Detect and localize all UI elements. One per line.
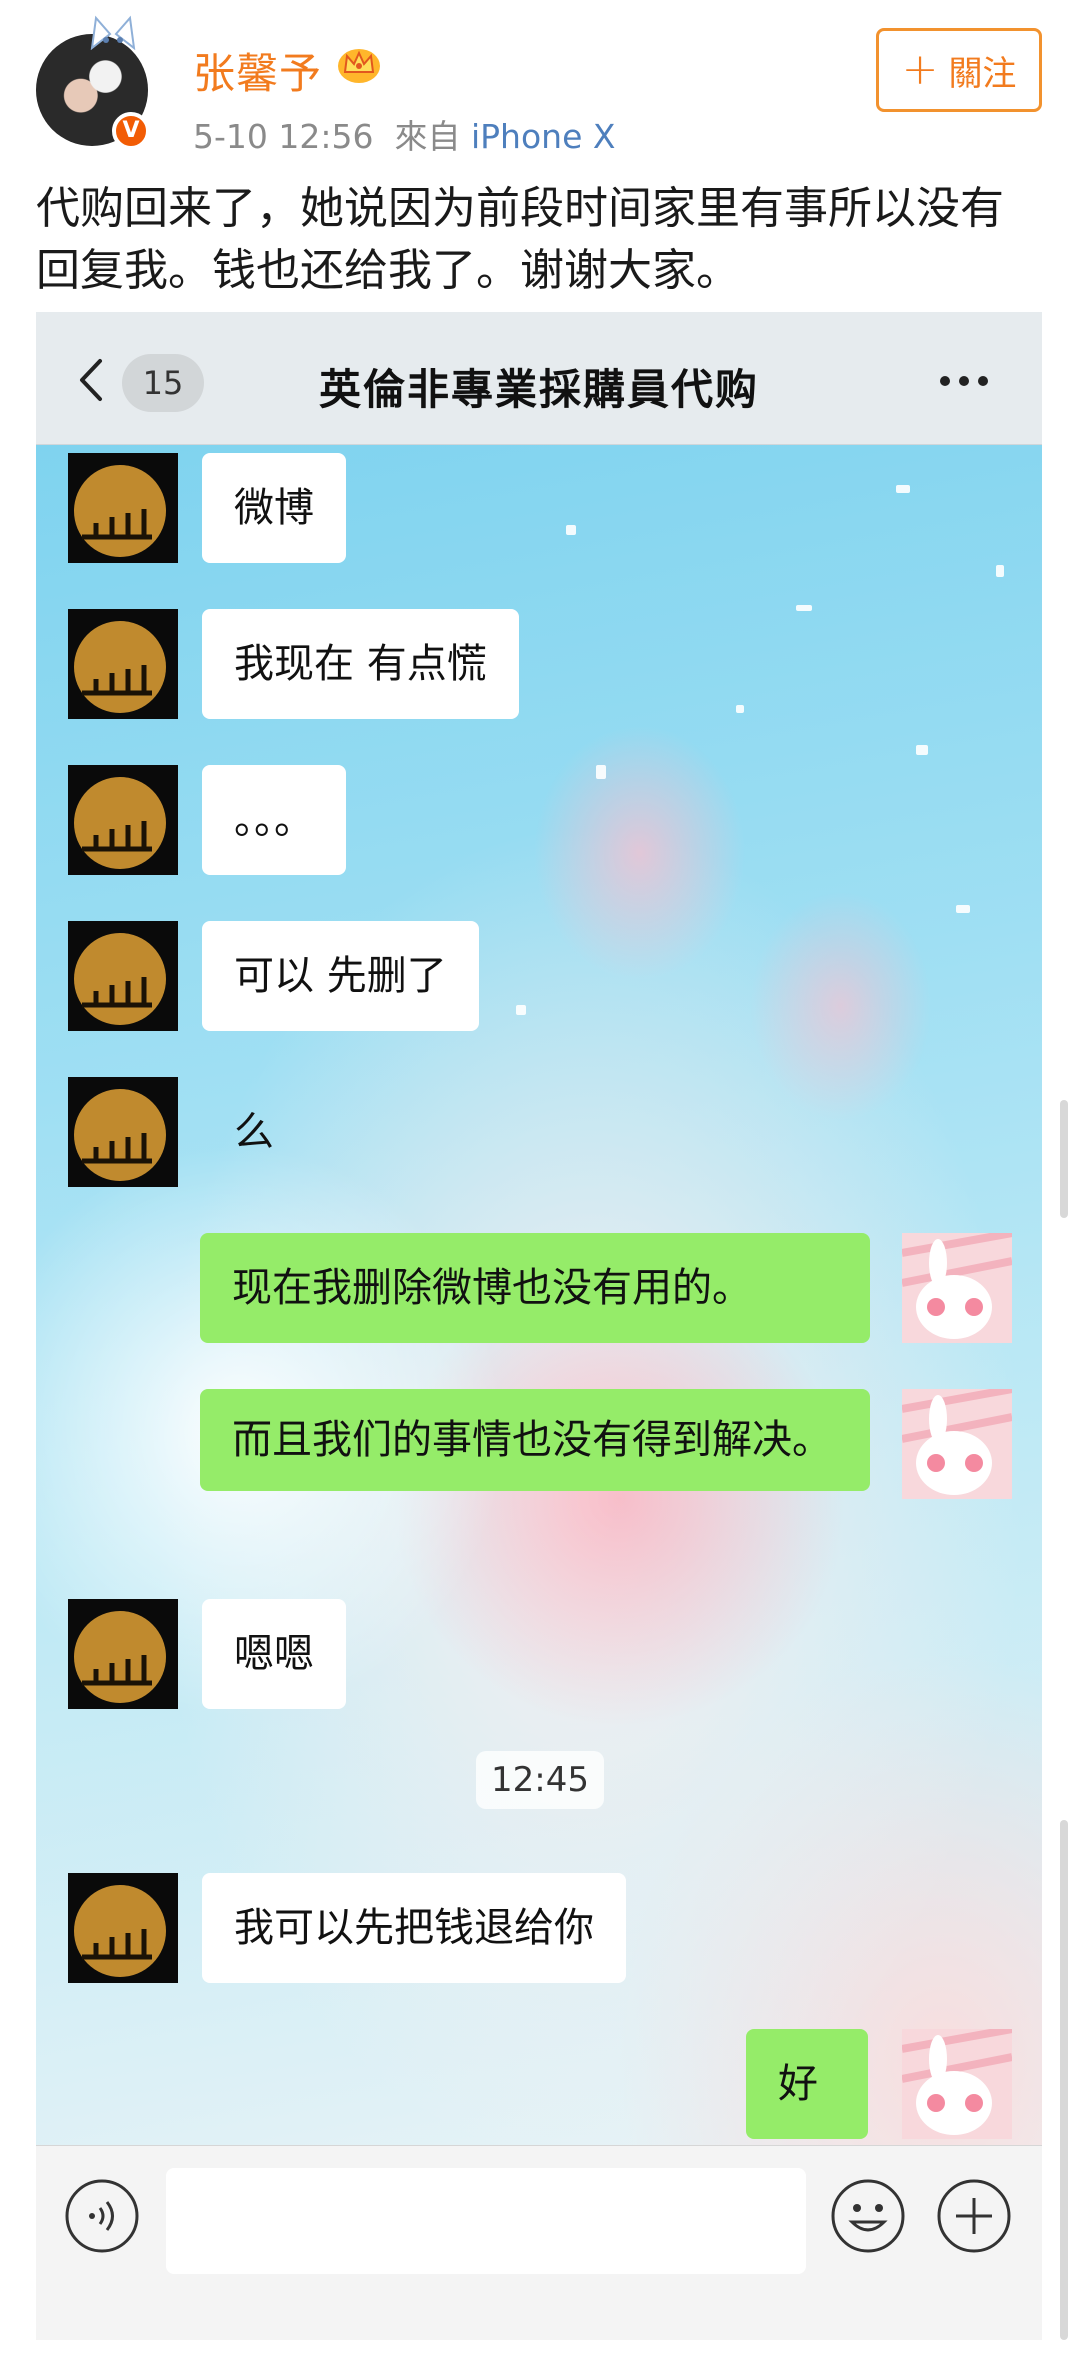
contact-avatar[interactable]	[68, 1599, 178, 1709]
plus-icon: +	[901, 44, 939, 95]
voice-icon[interactable]	[64, 2178, 140, 2254]
add-icon[interactable]	[936, 2178, 1012, 2254]
message-row: 可以 先删了	[36, 921, 1042, 1031]
chat-input-bar	[36, 2145, 1042, 2340]
crown-icon	[338, 49, 380, 83]
contact-avatar[interactable]	[68, 1077, 178, 1187]
chat-screenshot-image[interactable]: 15 英倫非專業採購員代购 微博 我现在 有点慌 。。。 可以 先删了 么 现在…	[36, 312, 1042, 2340]
follow-label: 關注	[948, 53, 1017, 94]
message-bubble-received: 可以 先删了	[202, 921, 479, 1031]
post-header: V 张馨予 5-10 12:56 來自 iPhone X + 關注	[0, 0, 1080, 170]
scrollbar-track[interactable]	[1060, 1820, 1068, 2340]
message-bubble-received: 。。。	[202, 765, 346, 875]
scrollbar-thumb[interactable]	[1060, 1100, 1068, 1218]
contact-avatar[interactable]	[68, 921, 178, 1031]
message-bubble-received: 微博	[202, 453, 346, 563]
contact-avatar[interactable]	[68, 609, 178, 719]
message-bubble-received: 么	[234, 1109, 274, 1155]
post-device[interactable]: iPhone X	[471, 117, 616, 156]
contact-avatar[interactable]	[68, 1873, 178, 1983]
post-text: 代购回来了，她说因为前段时间家里有事所以没有回复我。钱也还给我了。谢谢大家。	[36, 183, 1004, 296]
chat-nav-bar: 15 英倫非專業採購員代购	[36, 312, 1042, 445]
post-time: 5-10 12:56	[193, 117, 374, 156]
message-row: 微博	[36, 453, 1042, 563]
message-bubble-sent: 现在我删除微博也没有用的。	[200, 1233, 870, 1343]
self-avatar[interactable]	[902, 1389, 1012, 1499]
message-row: 我现在 有点慌	[36, 609, 1042, 719]
message-row: 我可以先把钱退给你	[36, 1873, 1042, 1983]
message-bubble-received: 我可以先把钱退给你	[202, 1873, 626, 1983]
emoji-icon[interactable]	[830, 2178, 906, 2254]
chat-message-area[interactable]: 微博 我现在 有点慌 。。。 可以 先删了 么 现在我删除微博也没有用的。 而且…	[36, 445, 1042, 2145]
chat-title: 英倫非專業採購員代购	[318, 365, 759, 414]
cat-ears-icon	[90, 15, 136, 50]
self-avatar[interactable]	[902, 1233, 1012, 1343]
more-icon[interactable]	[938, 374, 990, 388]
chat-timestamp: 12:45	[476, 1751, 604, 1809]
message-bubble-sent: 而且我们的事情也没有得到解决。	[200, 1389, 870, 1491]
message-row: 而且我们的事情也没有得到解决。	[36, 1389, 1042, 1553]
post-meta: 5-10 12:56 來自 iPhone X	[193, 110, 615, 158]
self-avatar[interactable]	[902, 2029, 1012, 2139]
message-input[interactable]	[166, 2168, 806, 2274]
message-bubble-received: 嗯嗯	[202, 1599, 346, 1709]
message-row: 现在我删除微博也没有用的。	[36, 1233, 1042, 1343]
contact-avatar[interactable]	[68, 453, 178, 563]
author-name[interactable]: 张馨予	[193, 40, 322, 101]
contact-avatar[interactable]	[68, 765, 178, 875]
message-row: 。。。	[36, 765, 1042, 875]
message-bubble-received: 我现在 有点慌	[202, 609, 519, 719]
message-bubble-sent: 好	[746, 2029, 868, 2139]
post-source-label: 來自	[394, 117, 461, 156]
message-row: 嗯嗯	[36, 1599, 1042, 1709]
verified-icon: V	[112, 112, 150, 150]
follow-button[interactable]: + 關注	[876, 28, 1042, 112]
message-row: 么	[36, 1077, 1042, 1187]
message-row: 好	[36, 2029, 1042, 2139]
